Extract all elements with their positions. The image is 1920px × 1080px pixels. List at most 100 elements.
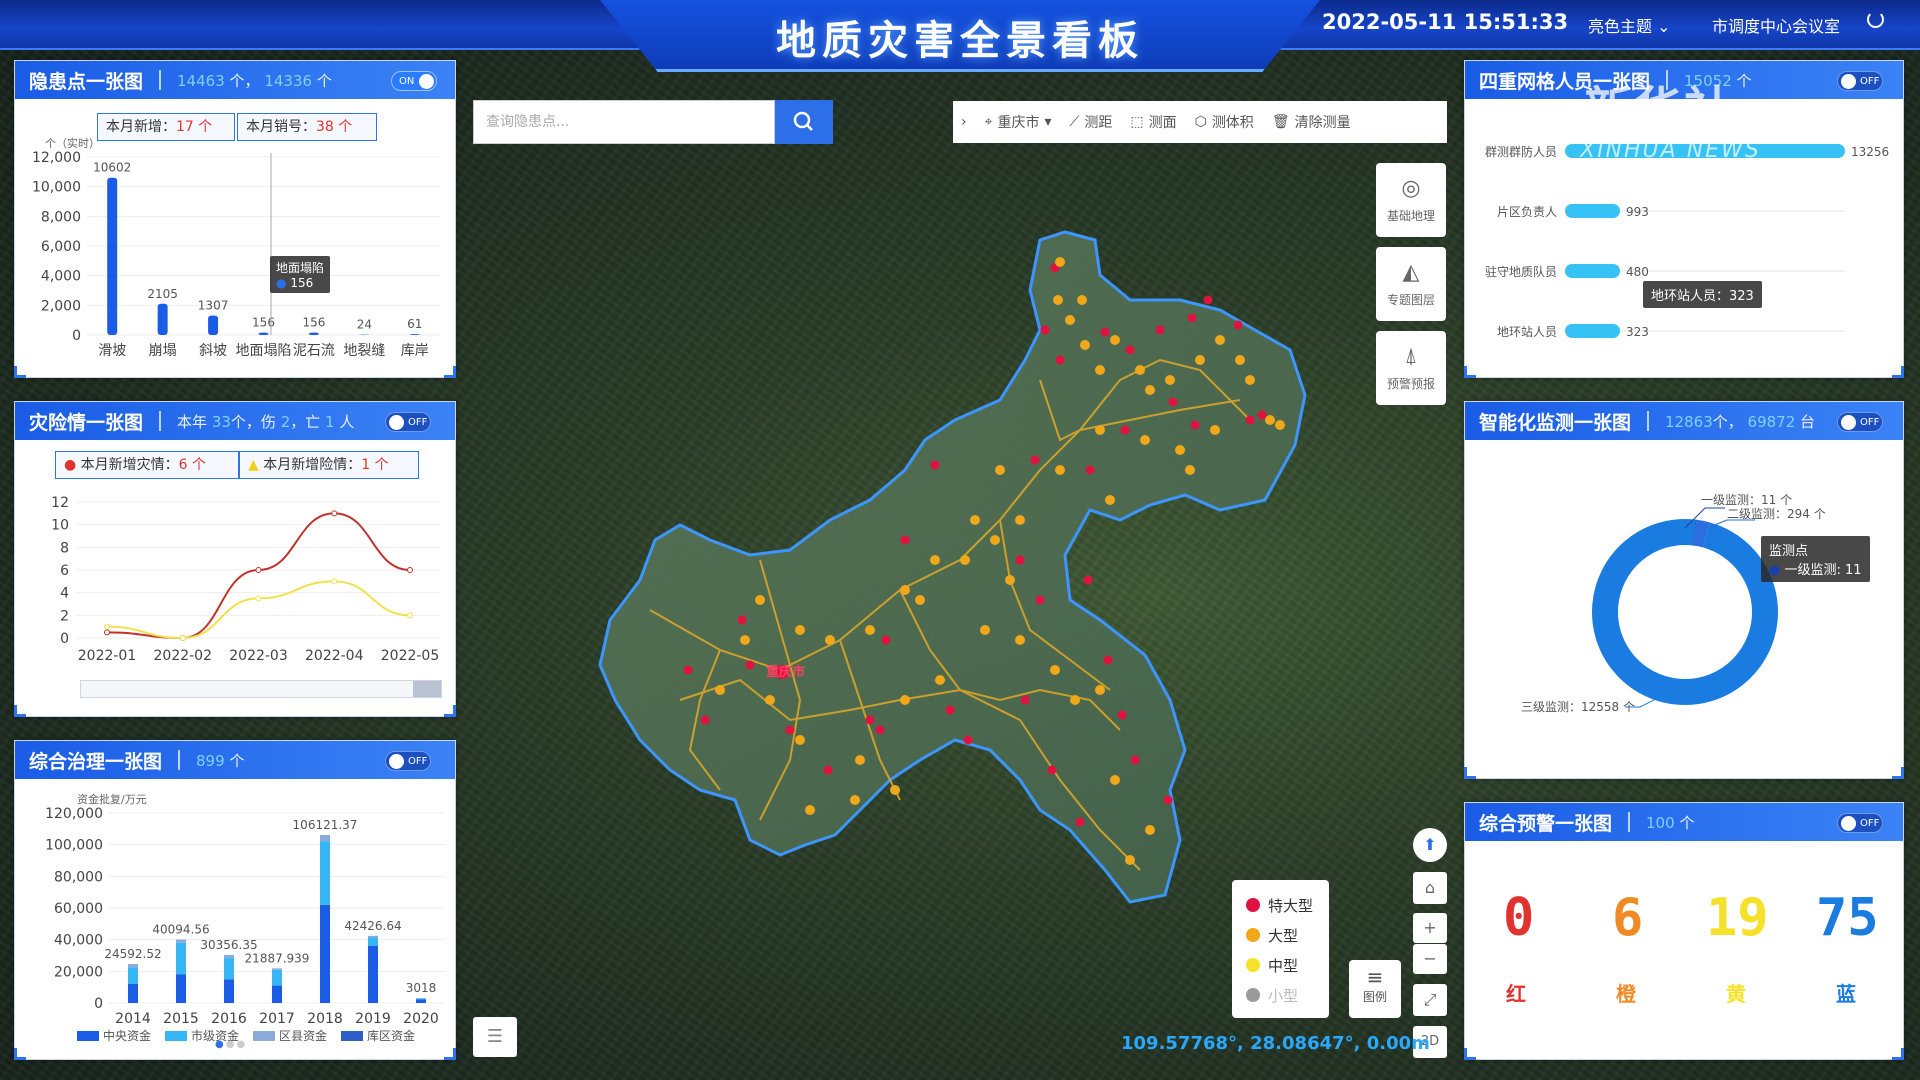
- stacked-bar-segment: [272, 985, 282, 1003]
- x-tick-label: 2014: [115, 1011, 151, 1027]
- toggle-switch[interactable]: OFF: [1837, 71, 1883, 91]
- trash-icon: 🗑: [1271, 114, 1290, 130]
- corner-decoration: [1892, 767, 1904, 779]
- toggle-switch[interactable]: ON: [391, 71, 437, 91]
- y-tick-label: 20,000: [54, 964, 103, 980]
- zoom-out-button[interactable]: −: [1413, 944, 1447, 974]
- chip-value: 1 个: [361, 457, 389, 473]
- tooltip-value: 一级监测: 11: [1784, 563, 1862, 578]
- legend-dot: [1246, 988, 1260, 1002]
- search-button[interactable]: [775, 100, 833, 144]
- legend-label: 特大型: [1268, 896, 1314, 915]
- bar-value-label: 1307: [198, 299, 229, 313]
- legend-item[interactable]: 特大型: [1246, 890, 1329, 920]
- hazard-point-large: [1015, 555, 1025, 565]
- cube-icon: ⬡: [1194, 114, 1207, 130]
- logout-icon[interactable]: [1867, 11, 1884, 28]
- panel-monitor: 智能化监测一张图 12863个， 69872 台 OFF 一级监测：11 个二级…: [1464, 401, 1904, 779]
- y-category-label: 驻守地质队员: [1485, 264, 1557, 279]
- fullscreen-button[interactable]: ⤢: [1413, 984, 1447, 1016]
- stat-value: 12863: [1665, 412, 1713, 431]
- city-select[interactable]: ⌖ 重庆市 ▾: [985, 112, 1052, 132]
- city-select-label: 重庆市: [997, 115, 1040, 131]
- hazard-point-medium: [1135, 365, 1145, 375]
- tool-base-geography[interactable]: ◎ 基础地理: [1376, 163, 1446, 237]
- divider: [1628, 812, 1631, 832]
- legend-item[interactable]: 小型: [1246, 980, 1329, 1010]
- legend-item[interactable]: 中型: [1246, 950, 1329, 980]
- stat-value: 1: [325, 412, 335, 431]
- hazard-point-medium: [805, 805, 815, 815]
- tooltip-title: 监测点: [1769, 544, 1809, 559]
- search-input[interactable]: 查询隐患点...: [473, 100, 775, 144]
- legend-button[interactable]: ≡ 图例: [1349, 960, 1401, 1018]
- toggle-switch[interactable]: OFF: [385, 751, 431, 771]
- stat-text: ，亡: [290, 412, 321, 431]
- bar: [208, 315, 219, 335]
- hazard-point-large: [785, 725, 795, 735]
- legend-item[interactable]: 大型: [1246, 920, 1329, 950]
- chip-new-risk[interactable]: ▲ 本月新增险情：1 个: [239, 451, 419, 479]
- line-point: [407, 612, 413, 619]
- hazard-point-medium: [795, 625, 805, 635]
- y-category-label: 地环站人员: [1497, 325, 1557, 339]
- hazard-type-bar-chart[interactable]: 个（实时） 0 2,000 4,000 6,000 8,000 10,000 12,000 10…: [15, 127, 457, 379]
- tool-early-warning[interactable]: ⍋ 预警预报: [1376, 331, 1446, 405]
- hazard-point-medium: [900, 585, 910, 595]
- legend-button-label: 图例: [1362, 990, 1387, 1004]
- chevron-right-icon[interactable]: ›: [961, 114, 967, 130]
- chip-label: 本月新增险情：: [263, 457, 362, 473]
- stacked-bar-segment: [224, 979, 234, 1003]
- room-label: 市调度中心会议室: [1712, 17, 1841, 36]
- warning-orange-count[interactable]: 6: [1612, 888, 1643, 948]
- slider-handle[interactable]: [413, 681, 441, 697]
- monitor-donut-chart[interactable]: 一级监测：11 个二级监测：294 个三级监测：12558 个: [1465, 442, 1905, 772]
- governance-stacked-bar-chart[interactable]: 资金批复/万元 0 20,000 40,000 60,000 80,000 100,000 1…: [15, 785, 457, 1047]
- warning-blue-label: 蓝: [1836, 982, 1856, 1006]
- line-point: [179, 635, 186, 641]
- stacked-bar-segment: [176, 939, 186, 943]
- layer-list-button[interactable]: ☰: [473, 1017, 517, 1057]
- tool-measure-volume[interactable]: ⬡ 测体积: [1195, 112, 1254, 132]
- toggle-switch[interactable]: OFF: [1837, 412, 1883, 432]
- hazard-point-medium: [1050, 665, 1060, 675]
- toggle-knob: [389, 415, 404, 430]
- compass-button[interactable]: ⬆: [1413, 828, 1447, 862]
- y-tick-label: 4,000: [41, 269, 81, 285]
- zoom-in-button[interactable]: +: [1413, 913, 1447, 943]
- corner-decoration: [1464, 366, 1476, 378]
- map-legend: 特大型 大型 中型 小型: [1232, 880, 1329, 1018]
- stacked-bar-segment: [320, 834, 330, 842]
- tool-measure-area[interactable]: ⬚ 测面: [1130, 112, 1176, 132]
- hazard-point-medium: [1095, 365, 1105, 375]
- tool-measure-distance[interactable]: ⟋ 测距: [1070, 112, 1113, 132]
- warning-blue-count[interactable]: 75: [1816, 888, 1879, 948]
- toggle-switch[interactable]: OFF: [1837, 813, 1883, 833]
- hazard-point-large: [1100, 327, 1110, 337]
- legend-dot: [1246, 898, 1260, 912]
- hazard-point-large: [1075, 817, 1085, 827]
- hazard-point-large: [1190, 420, 1200, 430]
- bar-total-label: 40094.56: [152, 923, 209, 937]
- x-tick-label: 泥石流: [293, 343, 335, 359]
- toggle-switch[interactable]: OFF: [385, 412, 431, 432]
- pager-dots[interactable]: ●●●: [215, 1039, 247, 1050]
- bar: [308, 332, 319, 335]
- area-icon: ⬚: [1130, 114, 1144, 130]
- tool-clear-measure[interactable]: 🗑 清除测量: [1272, 112, 1351, 132]
- tool-label: 测面: [1148, 115, 1177, 131]
- stat-text: 本年: [177, 412, 208, 431]
- warning-yellow-count[interactable]: 19: [1706, 888, 1769, 948]
- disaster-line-chart[interactable]: 0 2 4 6 8 10 12 2022-01 2022-02 2022-03 2022-04 202…: [15, 488, 457, 678]
- warning-red-count[interactable]: 0: [1503, 888, 1534, 948]
- theme-select[interactable]: 亮色主题 ⌄: [1588, 13, 1671, 37]
- legend-label: 中型: [1268, 956, 1299, 975]
- hazard-point-medium: [855, 755, 865, 765]
- chip-new-disaster[interactable]: ● 本月新增灾情：6 个: [55, 451, 239, 479]
- hazard-point-medium: [1215, 335, 1225, 345]
- home-button[interactable]: ⌂: [1413, 872, 1447, 904]
- hazard-point-large: [1020, 695, 1030, 705]
- tool-thematic-layers[interactable]: ◭ 专题图层: [1376, 247, 1446, 321]
- slice-label: 三级监测：12558 个: [1521, 700, 1635, 714]
- zoom-slider[interactable]: [80, 680, 442, 698]
